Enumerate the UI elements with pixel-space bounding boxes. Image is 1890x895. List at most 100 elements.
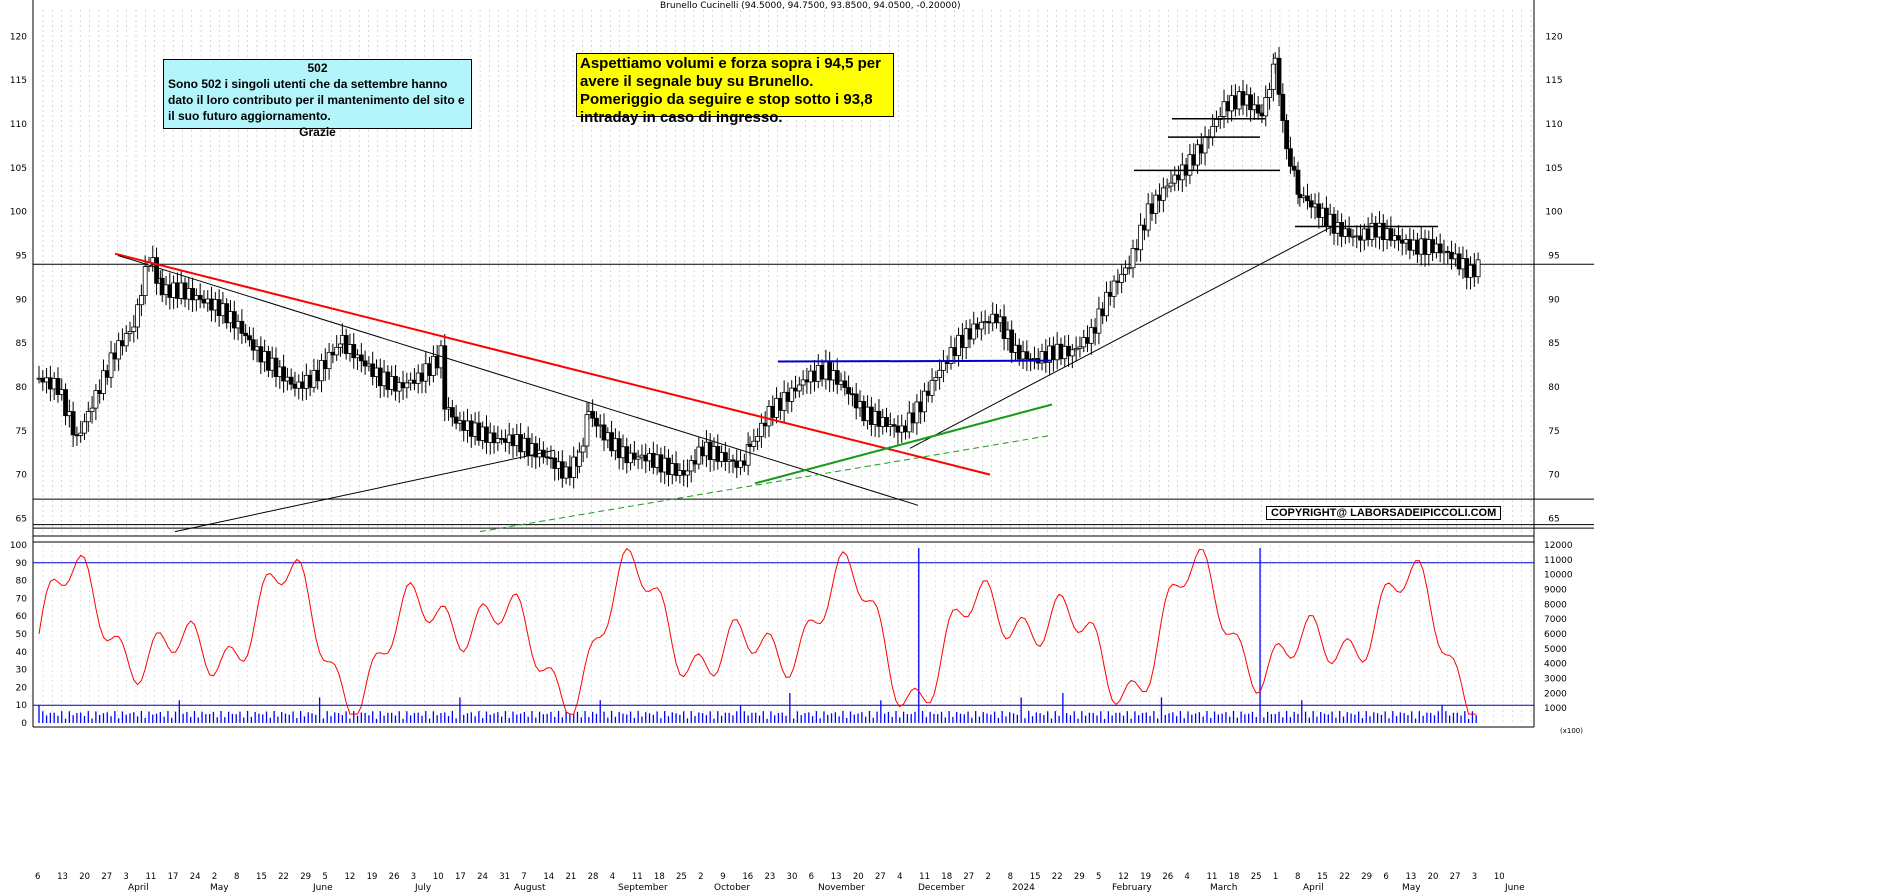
day-label: 21 (566, 872, 577, 882)
candle-body (1119, 273, 1125, 283)
day-label: 8 (1008, 872, 1013, 882)
osc-tick: 80 (16, 577, 28, 587)
day-label: 15 (1030, 872, 1041, 882)
candle-body (138, 295, 144, 306)
month-label: February (1112, 883, 1153, 893)
black-uptrend-1 (174, 449, 556, 533)
red-trendline (114, 252, 991, 476)
day-label: 28 (588, 872, 599, 882)
osc-tick: 90 (16, 559, 28, 569)
day-label: 4 (1184, 872, 1189, 882)
day-label: 26 (389, 872, 400, 882)
day-label: 29 (300, 872, 311, 882)
candle-body (1276, 57, 1282, 95)
osc-tick: 60 (16, 612, 28, 622)
day-label: 10 (433, 872, 444, 882)
osc-tick: 30 (16, 666, 28, 676)
month-label: November (818, 883, 865, 893)
osc-tick: 70 (16, 594, 28, 604)
day-label: 15 (1317, 872, 1328, 882)
candle-body (89, 407, 95, 412)
osc-tick: 40 (16, 648, 28, 658)
day-label: 4 (897, 872, 902, 882)
blue-resistance (777, 359, 1053, 363)
candle-body (1291, 165, 1297, 171)
month-label: March (1210, 883, 1237, 893)
y-tick-right: 105 (1545, 164, 1562, 174)
month-label: June (1504, 883, 1525, 893)
candle-body (1280, 93, 1286, 121)
candle-body (1210, 126, 1216, 138)
day-label: 18 (941, 872, 952, 882)
day-label: 29 (1074, 872, 1085, 882)
day-label: 6 (35, 872, 40, 882)
candle-body (82, 421, 87, 434)
signal-note: Aspettiamo volumi e forza sopra i 94,5 p… (576, 53, 894, 126)
day-label: 8 (234, 872, 239, 882)
day-label: 20 (853, 872, 864, 882)
y-tick-left: 105 (10, 164, 27, 174)
day-label: 3 (1472, 872, 1477, 882)
y-tick-right: 75 (1548, 427, 1559, 437)
y-tick-left: 85 (16, 339, 27, 349)
candle-body (288, 376, 294, 385)
copyright-label: COPYRIGHT@ LABORSADEIPICCOLI.COM (1266, 506, 1502, 520)
y-tick-left: 90 (16, 295, 28, 305)
day-label: 12 (1118, 872, 1129, 882)
volume-tick: 5000 (1544, 645, 1567, 655)
month-label: August (514, 883, 546, 893)
volume-tick: 4000 (1544, 660, 1567, 670)
day-label: 6 (1383, 872, 1388, 882)
candle-body (1346, 228, 1352, 237)
day-label: 20 (1428, 872, 1439, 882)
candle-body (358, 354, 364, 362)
day-label: 27 (963, 872, 974, 882)
day-label: 25 (676, 872, 687, 882)
candle-body (540, 449, 546, 458)
osc-tick: 50 (16, 630, 28, 640)
candle-body (1024, 351, 1030, 360)
day-label: 8 (1295, 872, 1300, 882)
day-label: 5 (1096, 872, 1101, 882)
month-label: October (714, 883, 750, 893)
osc-tick: 10 (16, 701, 28, 711)
day-label: 25 (1251, 872, 1262, 882)
y-tick-right: 115 (1545, 76, 1562, 86)
y-tick-left: 120 (10, 32, 27, 42)
day-label: 24 (190, 872, 201, 882)
candle-body (334, 346, 340, 356)
candle-body (685, 470, 690, 476)
contributors-text: Sono 502 i singoli utenti che da settemb… (168, 77, 465, 123)
candle-body (755, 436, 761, 442)
month-label: April (1303, 883, 1324, 893)
candle-body (142, 266, 148, 296)
day-label: 16 (742, 872, 753, 882)
candle-body (1202, 136, 1208, 154)
day-label: 17 (455, 872, 466, 882)
day-label: 29 (1361, 872, 1372, 882)
month-label: May (1402, 883, 1421, 893)
day-label: 14 (543, 872, 554, 882)
day-label: 13 (831, 872, 842, 882)
candle-body (1069, 349, 1075, 357)
y-tick-left: 115 (10, 76, 27, 86)
day-label: 12 (344, 872, 355, 882)
candle-body (85, 411, 91, 423)
day-label: 2 (985, 872, 990, 882)
y-tick-right: 80 (1548, 383, 1560, 393)
candle-body (1111, 280, 1117, 297)
day-label: 15 (256, 872, 267, 882)
day-label: 11 (632, 872, 643, 882)
volume-tick: 3000 (1544, 675, 1567, 685)
day-label: 2 (212, 872, 217, 882)
volume-tick: 7000 (1544, 615, 1567, 625)
month-label: May (210, 883, 229, 893)
volume-unit: (x100) (1560, 727, 1583, 735)
month-label: 2024 (1012, 883, 1035, 893)
y-tick-left: 80 (16, 383, 28, 393)
day-label: 11 (146, 872, 157, 882)
candle-body (404, 382, 410, 389)
volume-tick: 8000 (1544, 600, 1567, 610)
day-label: 31 (499, 872, 510, 882)
y-tick-right: 95 (1548, 251, 1559, 261)
